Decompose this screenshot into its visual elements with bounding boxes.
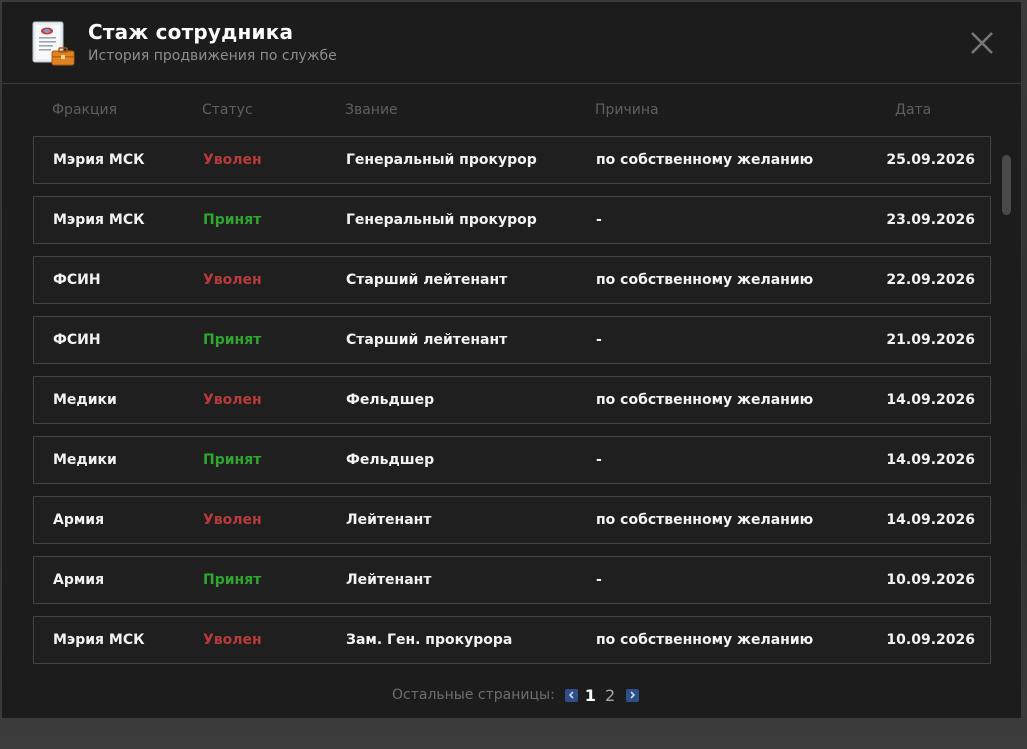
- date-cell: 14.09.2026: [886, 392, 975, 408]
- status-cell: Уволен: [203, 272, 262, 288]
- status-cell: Уволен: [203, 392, 262, 408]
- column-header-rank: Звание: [345, 102, 398, 118]
- table-row[interactable]: Медики Уволен Фельдшер по собственному жела…: [33, 376, 991, 424]
- status-cell: Принят: [203, 572, 262, 588]
- column-header-status: Статус: [202, 102, 253, 118]
- table-row[interactable]: ФСИН Принят Старший лейтенант - 21.09.2026: [33, 316, 991, 364]
- date-cell: 10.09.2026: [886, 632, 975, 648]
- rank-cell: Генеральный прокурор: [346, 152, 537, 168]
- faction-cell: Мэрия МСК: [53, 152, 145, 168]
- pagination: Остальные страницы: 1 2: [392, 685, 640, 705]
- reason-cell: по собственному желанию: [596, 632, 814, 648]
- close-button[interactable]: [969, 30, 995, 56]
- page-1-button[interactable]: 1: [585, 686, 596, 705]
- history-table[interactable]: Мэрия МСК Уволен Генеральный прокурор по со…: [33, 136, 991, 664]
- pagination-label: Остальные страницы:: [392, 687, 555, 703]
- table-row[interactable]: ФСИН Уволен Старший лейтенант по собственно…: [33, 256, 991, 304]
- date-cell: 14.09.2026: [886, 512, 975, 528]
- next-page-button[interactable]: [626, 688, 640, 702]
- close-icon: [971, 32, 993, 54]
- rank-cell: Старший лейтенант: [346, 272, 508, 288]
- status-cell: Уволен: [203, 152, 262, 168]
- seniority-window: Стаж сотрудника История продвижения по с…: [1, 1, 1022, 719]
- status-cell: Уволен: [203, 512, 262, 528]
- status-cell: Уволен: [203, 632, 262, 648]
- faction-cell: Мэрия МСК: [53, 632, 145, 648]
- column-header-faction: Фракция: [52, 102, 118, 118]
- scrollbar-thumb[interactable]: [1002, 155, 1011, 215]
- reason-cell: -: [596, 212, 602, 228]
- window-title: Стаж сотрудника: [88, 20, 294, 44]
- date-cell: 10.09.2026: [886, 572, 975, 588]
- reason-cell: -: [596, 452, 602, 468]
- rank-cell: Фельдшер: [346, 392, 435, 408]
- chevron-left-icon: [568, 691, 574, 699]
- faction-cell: Армия: [53, 572, 105, 588]
- reason-cell: по собственному желанию: [596, 392, 814, 408]
- rank-cell: Зам. Ген. прокурора: [346, 632, 513, 648]
- reason-cell: по собственному желанию: [596, 152, 814, 168]
- rank-cell: Лейтенант: [346, 572, 432, 588]
- reason-cell: -: [596, 572, 602, 588]
- date-cell: 21.09.2026: [886, 332, 975, 348]
- date-cell: 25.09.2026: [886, 152, 975, 168]
- column-header-date: Дата: [895, 102, 932, 118]
- reason-cell: -: [596, 332, 602, 348]
- date-cell: 23.09.2026: [886, 212, 975, 228]
- prev-page-button[interactable]: [564, 688, 578, 702]
- window-header: Стаж сотрудника История продвижения по с…: [2, 2, 1021, 84]
- column-header-reason: Причина: [595, 102, 659, 118]
- status-cell: Принят: [203, 452, 262, 468]
- faction-cell: Мэрия МСК: [53, 212, 145, 228]
- document-briefcase-icon: [31, 21, 77, 67]
- table-row[interactable]: Мэрия МСК Принят Генеральный прокурор - 23.0…: [33, 196, 991, 244]
- reason-cell: по собственному желанию: [596, 512, 814, 528]
- rank-cell: Старший лейтенант: [346, 332, 508, 348]
- chevron-right-icon: [630, 691, 636, 699]
- rank-cell: Генеральный прокурор: [346, 212, 537, 228]
- date-cell: 22.09.2026: [886, 272, 975, 288]
- faction-cell: ФСИН: [53, 332, 101, 348]
- table-row[interactable]: Армия Принят Лейтенант - 10.09.2026: [33, 556, 991, 604]
- faction-cell: ФСИН: [53, 272, 101, 288]
- status-cell: Принят: [203, 332, 262, 348]
- rank-cell: Фельдшер: [346, 452, 435, 468]
- reason-cell: по собственному желанию: [596, 272, 814, 288]
- rank-cell: Лейтенант: [346, 512, 432, 528]
- table-row[interactable]: Медики Принят Фельдшер - 14.09.2026: [33, 436, 991, 484]
- date-cell: 14.09.2026: [886, 452, 975, 468]
- status-cell: Принят: [203, 212, 262, 228]
- faction-cell: Медики: [53, 452, 117, 468]
- window-subtitle: История продвижения по службе: [88, 48, 337, 64]
- table-row[interactable]: Армия Уволен Лейтенант по собственному жела…: [33, 496, 991, 544]
- table-row[interactable]: Мэрия МСК Уволен Генеральный прокурор по со…: [33, 136, 991, 184]
- table-row[interactable]: Мэрия МСК Уволен Зам. Ген. прокурора по соб…: [33, 616, 991, 664]
- faction-cell: Армия: [53, 512, 105, 528]
- page-2-button[interactable]: 2: [605, 686, 615, 705]
- faction-cell: Медики: [53, 392, 117, 408]
